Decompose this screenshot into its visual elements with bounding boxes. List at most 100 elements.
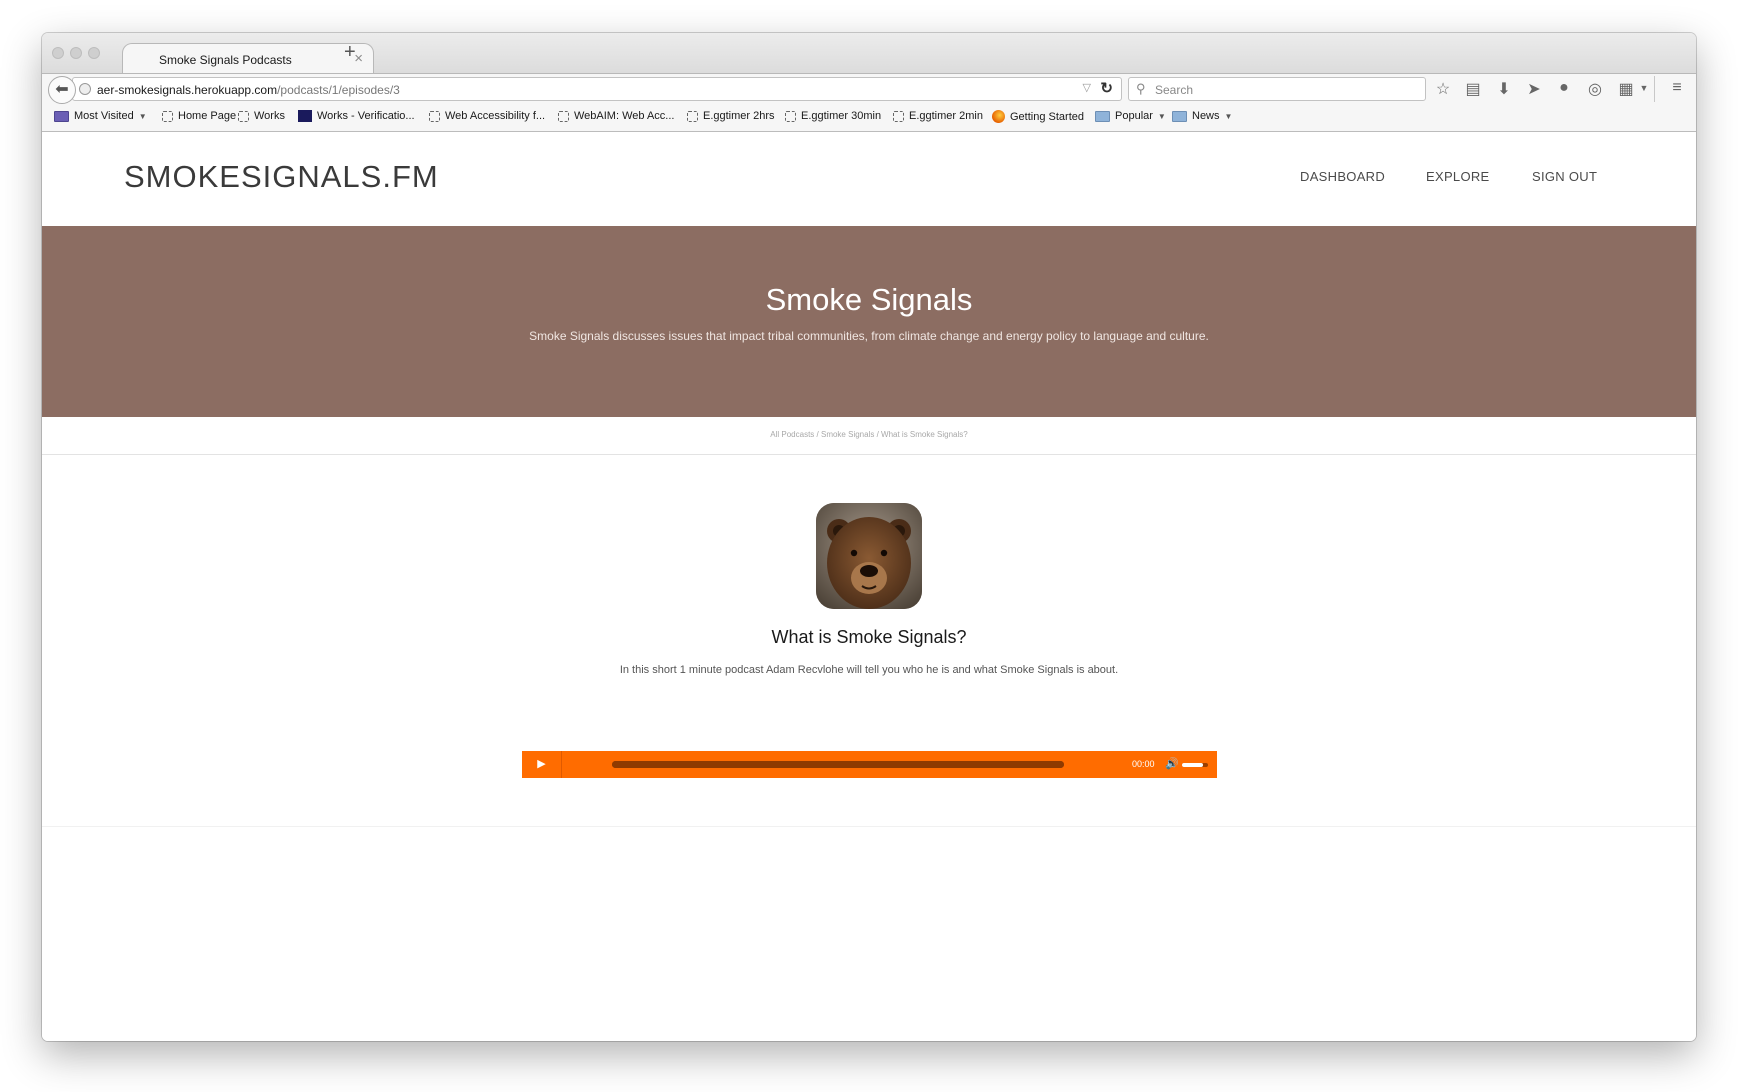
volume-icon[interactable]: 🔊: [1165, 757, 1179, 770]
chevron-down-icon: ▼: [1224, 111, 1233, 121]
search-bar[interactable]: ⚲ Search: [1128, 77, 1426, 101]
tab-title: Smoke Signals Podcasts: [159, 53, 292, 67]
reading-list-icon[interactable]: ▤: [1463, 79, 1483, 99]
play-icon: ▶: [537, 758, 546, 770]
tab-smoke-signals[interactable]: Smoke Signals Podcasts ×: [122, 43, 374, 74]
navigation-toolbar: aer-smokesignals.herokuapp.com/podcasts/…: [42, 73, 1696, 106]
nav-sign-out-link[interactable]: SIGN OUT: [1532, 169, 1597, 184]
volume-slider[interactable]: [1182, 763, 1208, 767]
content-divider: [42, 826, 1696, 827]
close-window-button[interactable]: [52, 47, 64, 59]
site-logo[interactable]: SMOKESIGNALS.FM: [124, 159, 439, 195]
page-icon: [429, 110, 440, 122]
bookmark-item[interactable]: Popular ▼: [1095, 110, 1166, 122]
volume-level: [1182, 763, 1203, 767]
bookmark-label: Web Accessibility f...: [445, 110, 546, 122]
grid-dropdown-icon[interactable]: ▼: [1634, 83, 1654, 93]
history-dropdown-icon[interactable]: ▽: [1083, 81, 1091, 94]
folder-icon: [54, 110, 69, 122]
bookmark-item[interactable]: Works: [238, 110, 285, 122]
breadcrumb-separator: /: [874, 430, 882, 439]
chevron-down-icon: ▼: [1157, 111, 1166, 121]
bear-illustration: [816, 503, 922, 609]
page-icon: [687, 110, 698, 122]
episode-artwork-bear-image: [816, 503, 922, 609]
bookmark-label: WebAIM: Web Acc...: [574, 110, 675, 122]
play-button[interactable]: ▶: [522, 751, 562, 778]
bookmark-item[interactable]: Web Accessibility f...: [429, 110, 545, 122]
bookmark-label: News: [1192, 110, 1220, 122]
nav-dashboard-link[interactable]: DASHBOARD: [1300, 169, 1385, 184]
audio-player: ▶ 00:00 🔊: [522, 751, 1217, 778]
bookmark-label: E.ggtimer 30min: [801, 110, 882, 122]
breadcrumb: All Podcasts / Smoke Signals / What is S…: [42, 430, 1696, 439]
toolbar-separator: [1654, 76, 1655, 102]
bookmarks-toolbar: Most Visited ▼ Home Page Works Works - Verif…: [42, 105, 1696, 132]
bookmark-label: Works - Verificatio...: [317, 110, 415, 122]
bookmark-item[interactable]: E.ggtimer 2min: [893, 110, 983, 122]
menu-icon[interactable]: ≡: [1667, 79, 1687, 97]
back-button[interactable]: ⬅: [48, 76, 76, 104]
page-icon: [785, 110, 796, 122]
search-placeholder: Search: [1155, 83, 1194, 97]
bookmark-label: Works: [254, 110, 285, 122]
page-icon: [238, 110, 249, 122]
breadcrumb-separator: /: [814, 430, 821, 439]
folder-icon: [1172, 110, 1187, 122]
works-favicon-icon: [298, 110, 312, 122]
bookmark-label: Popular: [1115, 110, 1153, 122]
bookmark-item[interactable]: E.ggtimer 2hrs: [687, 110, 775, 122]
back-arrow-icon: ⬅: [55, 81, 69, 98]
search-icon: ⚲: [1136, 81, 1146, 96]
bookmark-item[interactable]: Home Page: [162, 110, 236, 122]
episode-title: What is Smoke Signals?: [771, 627, 967, 647]
progress-bar[interactable]: [612, 761, 1064, 768]
podcast-hero-banner: Smoke Signals Smoke Signals discusses is…: [42, 226, 1696, 417]
episode-description: In this short 1 minute podcast Adam Recv…: [619, 664, 1119, 676]
url-text[interactable]: aer-smokesignals.herokuapp.com/podcasts/…: [97, 83, 400, 97]
progress-fill: [612, 761, 1064, 768]
bookmark-item[interactable]: Works - Verificatio...: [298, 110, 415, 122]
bookmark-label: E.ggtimer 2hrs: [703, 110, 775, 122]
podcast-title: Smoke Signals: [765, 282, 973, 317]
chat-icon[interactable]: ●: [1554, 79, 1574, 97]
current-time: 00:00: [1132, 759, 1155, 769]
bookmark-label: Home Page: [178, 110, 237, 122]
minimize-window-button[interactable]: [70, 47, 82, 59]
chevron-down-icon: ▼: [138, 111, 147, 121]
url-host: aer-smokesignals.herokuapp.com: [97, 83, 278, 97]
web-page: SMOKESIGNALS.FM DASHBOARD EXPLORE SIGN O…: [42, 132, 1696, 1041]
grid-icon[interactable]: ▦: [1616, 79, 1636, 99]
bookmark-label: E.ggtimer 2min: [909, 110, 983, 122]
bookmark-label: Most Visited: [74, 110, 134, 122]
nav-explore-link[interactable]: EXPLORE: [1426, 169, 1490, 184]
bookmark-star-icon[interactable]: ☆: [1433, 79, 1453, 99]
site-header: SMOKESIGNALS.FM DASHBOARD EXPLORE SIGN O…: [42, 132, 1696, 226]
new-tab-button[interactable]: +: [344, 41, 356, 64]
firefox-icon: [992, 110, 1005, 123]
reload-icon[interactable]: ↻: [1100, 79, 1113, 97]
bookmark-item[interactable]: News ▼: [1172, 110, 1232, 122]
site-identity-icon[interactable]: [79, 83, 91, 95]
downloads-icon[interactable]: ⬇: [1494, 79, 1514, 99]
breadcrumb-current-episode: What is Smoke Signals?: [881, 430, 968, 439]
tab-strip: Smoke Signals Podcasts × +: [42, 33, 1696, 74]
bookmark-label: Getting Started: [1010, 110, 1084, 123]
breadcrumb-podcast[interactable]: Smoke Signals: [821, 430, 874, 439]
bookmark-item[interactable]: E.ggtimer 30min: [785, 110, 881, 122]
zoom-window-button[interactable]: [88, 47, 100, 59]
folder-icon: [1095, 110, 1110, 122]
bookmark-item[interactable]: WebAIM: Web Acc...: [558, 110, 674, 122]
bookmark-item[interactable]: Most Visited ▼: [54, 110, 147, 122]
browser-window: Smoke Signals Podcasts × + aer-smokesign…: [42, 33, 1696, 1041]
url-path: /podcasts/1/episodes/3: [277, 83, 400, 97]
bookmark-item[interactable]: Getting Started: [992, 110, 1084, 123]
page-icon: [558, 110, 569, 122]
sync-icon[interactable]: ◎: [1585, 79, 1605, 99]
page-icon: [162, 110, 173, 122]
share-icon[interactable]: ➤: [1524, 79, 1544, 99]
page-icon: [893, 110, 904, 122]
breadcrumb-all-podcasts[interactable]: All Podcasts: [770, 430, 814, 439]
address-bar[interactable]: aer-smokesignals.herokuapp.com/podcasts/…: [72, 77, 1122, 101]
podcast-description: Smoke Signals discusses issues that impa…: [529, 329, 1209, 343]
